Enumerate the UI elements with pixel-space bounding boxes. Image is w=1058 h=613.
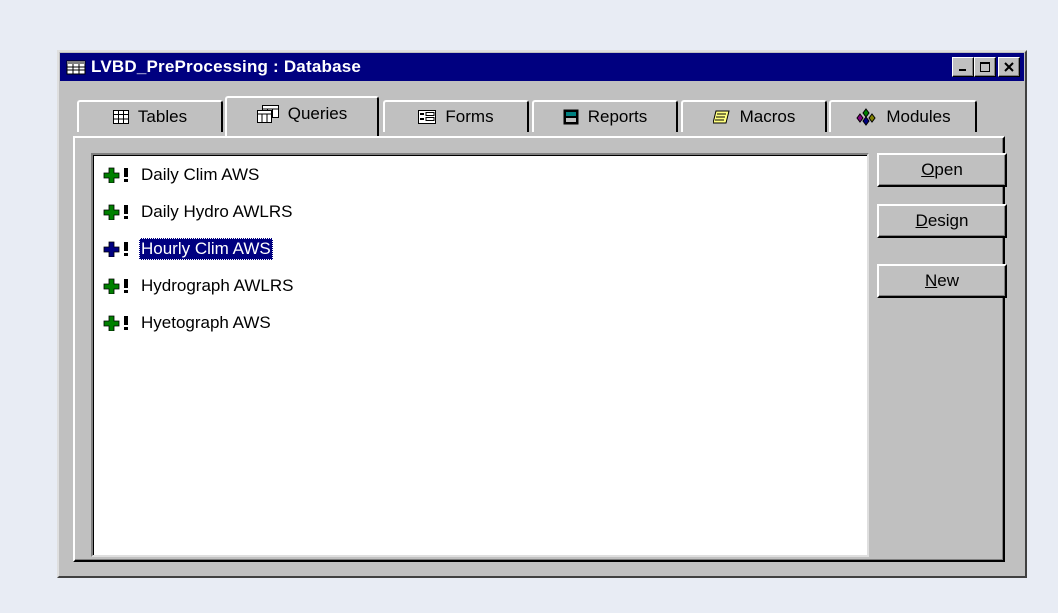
design-button[interactable]: Design <box>877 204 1007 238</box>
append-query-icon <box>103 315 133 331</box>
table-icon <box>112 110 129 124</box>
tab-label: Forms <box>445 107 494 126</box>
form-icon <box>418 110 437 124</box>
list-item-selected[interactable]: Hourly Clim AWS <box>93 230 867 267</box>
new-button-label: ew <box>937 271 959 290</box>
maximize-button[interactable] <box>974 57 996 77</box>
tab-label: Queries <box>287 104 348 123</box>
title-bar[interactable]: LVBD_PreProcessing : Database <box>60 53 1024 81</box>
query-label: Hourly Clim AWS <box>139 237 273 260</box>
design-button-accel: D <box>915 211 928 230</box>
macro-icon <box>712 110 731 124</box>
query-label: Daily Clim AWS <box>141 164 260 184</box>
tab-label: Macros <box>739 107 796 126</box>
append-query-icon <box>103 278 133 294</box>
query-list[interactable]: Daily Clim AWS Daily Hydro AWLRS Hourly … <box>91 153 869 557</box>
query-label: Hydrograph AWLRS <box>141 275 294 295</box>
tab-queries[interactable]: Queries <box>225 96 379 136</box>
close-icon <box>1004 62 1014 72</box>
report-icon <box>563 109 579 125</box>
tab-panel-queries: Daily Clim AWS Daily Hydro AWLRS Hourly … <box>73 136 1007 562</box>
open-button-accel: O <box>921 160 935 179</box>
tab-forms[interactable]: Forms <box>383 100 529 132</box>
tab-label: Tables <box>137 107 188 126</box>
tab-macros[interactable]: Macros <box>681 100 827 132</box>
window-title: LVBD_PreProcessing : Database <box>91 57 362 76</box>
design-button-label: esign <box>927 211 969 230</box>
append-query-icon <box>103 204 133 220</box>
list-item[interactable]: Daily Hydro AWLRS <box>93 193 867 230</box>
open-button[interactable]: Open <box>877 153 1007 187</box>
database-window: LVBD_PreProcessing : Database Tables Que… <box>57 50 1027 578</box>
tab-label: Modules <box>886 107 951 126</box>
query-icon <box>256 105 279 123</box>
open-button-label: pen <box>934 160 963 179</box>
tab-reports[interactable]: Reports <box>532 100 678 132</box>
module-icon <box>855 108 877 126</box>
tab-modules[interactable]: Modules <box>829 100 977 132</box>
minimize-icon <box>959 69 966 71</box>
database-icon <box>65 59 87 75</box>
query-label: Hyetograph AWS <box>141 312 271 332</box>
new-button-accel: N <box>924 271 938 290</box>
maximize-icon <box>980 62 990 72</box>
tab-tables[interactable]: Tables <box>77 100 223 132</box>
minimize-button[interactable] <box>952 57 974 77</box>
new-button[interactable]: New <box>877 264 1007 298</box>
append-query-icon <box>103 241 133 257</box>
tab-label: Reports <box>587 107 648 126</box>
list-item[interactable]: Hyetograph AWS <box>93 304 867 341</box>
close-button[interactable] <box>998 57 1020 77</box>
query-label: Daily Hydro AWLRS <box>141 201 293 221</box>
list-item[interactable]: Daily Clim AWS <box>93 156 867 193</box>
list-item[interactable]: Hydrograph AWLRS <box>93 267 867 304</box>
append-query-icon <box>103 167 133 183</box>
